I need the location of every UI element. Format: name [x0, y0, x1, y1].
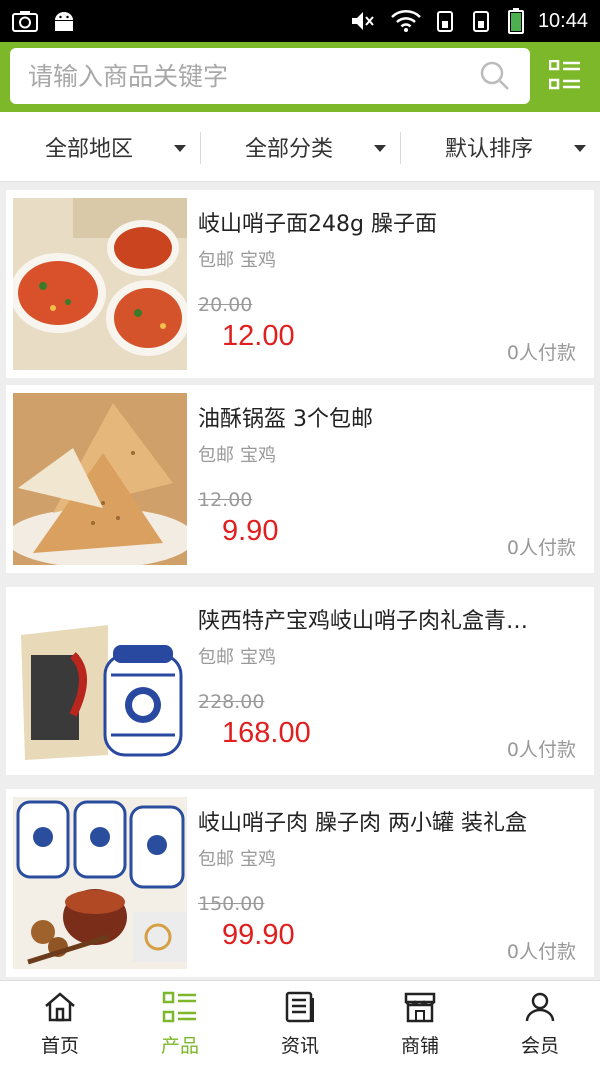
nav-member[interactable]: 会员	[480, 981, 600, 1067]
tag-location: 宝鸡	[240, 445, 276, 466]
product-list[interactable]: 岐山哨子面248g 臊子面 包邮 宝鸡 20.00 12.00 0人付款 油酥锅盔…	[0, 182, 600, 980]
product-tags: 包邮 宝鸡	[198, 246, 276, 272]
product-image[interactable]	[13, 393, 187, 565]
filter-sort[interactable]: 默认排序	[400, 112, 600, 181]
sold-count: 0人付款	[506, 941, 576, 963]
sold-count: 0人付款	[506, 739, 576, 761]
product-title[interactable]: 陕西特产宝鸡岐山哨子肉礼盒青…	[198, 603, 582, 635]
original-price: 150.00	[198, 893, 265, 915]
product-tags: 包邮 宝鸡	[198, 845, 276, 871]
sale-price: 99.90	[222, 919, 295, 951]
product-title[interactable]: 岐山哨子面248g 臊子面	[198, 206, 582, 238]
product-card[interactable]: 油酥锅盔 3个包邮 包邮 宝鸡 12.00 9.90 0人付款	[6, 385, 594, 573]
product-card[interactable]: 岐山哨子肉 臊子肉 两小罐 装礼盒 包邮 宝鸡 150.00 99.90 0人付款	[6, 789, 594, 977]
screenshot-icon	[12, 10, 38, 32]
product-card[interactable]: 陕西特产宝鸡岐山哨子肉礼盒青… 包邮 宝鸡 228.00 168.00 0人付款	[6, 587, 594, 775]
list-icon	[162, 991, 198, 1027]
product-tags: 包邮 宝鸡	[198, 441, 276, 467]
sale-price: 9.90	[222, 515, 279, 547]
nav-label: 首页	[40, 1034, 79, 1057]
product-image[interactable]	[13, 198, 187, 370]
list-grid-icon	[548, 59, 581, 94]
signal-2-icon	[472, 9, 494, 33]
tag-location: 宝鸡	[240, 849, 276, 870]
filter-region[interactable]: 全部地区	[0, 112, 200, 181]
tag-shipping: 包邮	[198, 647, 234, 668]
nav-news[interactable]: 资讯	[240, 981, 360, 1067]
product-title[interactable]: 岐山哨子肉 臊子肉 两小罐 装礼盒	[198, 805, 582, 837]
battery-icon	[507, 8, 524, 34]
product-image[interactable]	[13, 595, 187, 767]
search-icon[interactable]	[478, 59, 512, 93]
sale-price: 12.00	[222, 320, 295, 352]
tag-location: 宝鸡	[240, 647, 276, 668]
tag-location: 宝鸡	[240, 250, 276, 271]
filter-label: 全部地区	[44, 136, 133, 162]
news-icon	[285, 991, 315, 1027]
original-price: 20.00	[198, 294, 253, 316]
nav-label: 资讯	[280, 1034, 319, 1057]
tag-shipping: 包邮	[198, 250, 234, 271]
product-image[interactable]	[13, 797, 187, 969]
original-price: 12.00	[198, 489, 253, 511]
signal-1-icon	[436, 9, 458, 33]
caret-down-icon	[574, 145, 586, 152]
bottom-nav: 首页 产品 资讯 商铺 会员	[0, 980, 600, 1067]
product-tags: 包邮 宝鸡	[198, 643, 276, 669]
home-icon	[43, 991, 77, 1027]
nav-label: 会员	[520, 1034, 559, 1057]
product-title[interactable]: 油酥锅盔 3个包邮	[198, 401, 582, 433]
sale-price: 168.00	[222, 717, 311, 749]
original-price: 228.00	[198, 691, 265, 713]
sold-count: 0人付款	[506, 537, 576, 559]
tag-shipping: 包邮	[198, 445, 234, 466]
category-menu-button[interactable]	[540, 52, 590, 102]
nav-home[interactable]: 首页	[0, 981, 120, 1067]
nav-store[interactable]: 商铺	[360, 981, 480, 1067]
filter-label: 全部分类	[244, 136, 333, 162]
mute-icon	[350, 10, 376, 32]
search-input[interactable]	[28, 61, 478, 91]
sold-count: 0人付款	[506, 342, 576, 364]
filter-label: 默认排序	[444, 136, 533, 162]
wifi-icon	[390, 10, 422, 32]
filter-category[interactable]: 全部分类	[200, 112, 400, 181]
user-icon	[524, 991, 556, 1027]
caret-down-icon	[174, 145, 186, 152]
caret-down-icon	[374, 145, 386, 152]
nav-products[interactable]: 产品	[120, 981, 240, 1067]
status-bar: 10:44	[0, 0, 600, 42]
tag-shipping: 包邮	[198, 849, 234, 870]
filter-bar: 全部地区 全部分类 默认排序	[0, 112, 600, 182]
header	[0, 42, 600, 112]
product-card[interactable]: 岐山哨子面248g 臊子面 包邮 宝鸡 20.00 12.00 0人付款	[6, 190, 594, 378]
nav-label: 商铺	[400, 1034, 439, 1057]
nav-label: 产品	[160, 1034, 199, 1057]
status-time: 10:44	[537, 9, 588, 32]
store-icon	[403, 991, 437, 1027]
search-box[interactable]	[10, 48, 530, 104]
android-icon	[52, 10, 76, 32]
